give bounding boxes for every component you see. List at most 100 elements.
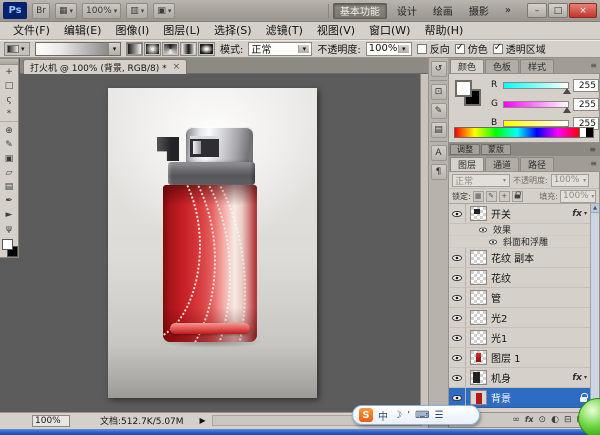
sogou-logo-icon[interactable]: S: [359, 408, 373, 422]
layer-effects-badge[interactable]: fx▾: [572, 209, 590, 219]
ime-chinese-mode[interactable]: 中: [378, 408, 388, 423]
visibility-toggle[interactable]: [477, 227, 489, 233]
restore-button[interactable]: □: [548, 3, 568, 18]
layer-thumbnail[interactable]: [470, 290, 487, 305]
visibility-toggle[interactable]: [449, 328, 466, 347]
path-selection-tool[interactable]: ►: [0, 208, 18, 222]
canvas-vertical-scrollbar[interactable]: [420, 74, 428, 412]
menu-image[interactable]: 图像(I): [108, 22, 156, 40]
zoom-level-dropdown[interactable]: 100%▾: [82, 3, 121, 19]
menu-edit[interactable]: 编辑(E): [57, 22, 109, 40]
reverse-checkbox[interactable]: 反向: [417, 41, 450, 56]
layer-row-switch[interactable]: 开关 fx▾: [449, 204, 590, 224]
magic-wand-tool[interactable]: *: [0, 107, 18, 121]
brush-panel-icon[interactable]: ✎: [431, 103, 447, 119]
layer-thumbnail[interactable]: [470, 310, 487, 325]
layer-thumbnail[interactable]: [470, 206, 487, 221]
layer-style-icon[interactable]: fx: [525, 416, 534, 424]
tool-preset-picker[interactable]: ▾: [4, 42, 30, 56]
slider-thumb-icon[interactable]: [563, 88, 571, 94]
panel-menu-icon[interactable]: ≡: [589, 145, 596, 154]
visibility-toggle[interactable]: [449, 248, 466, 267]
lasso-tool[interactable]: ς: [0, 93, 18, 107]
lock-all-icon[interactable]: [512, 191, 523, 202]
gradient-tool[interactable]: ▤: [0, 180, 18, 194]
layer-row-tube[interactable]: 管: [449, 288, 590, 308]
launch-bridge-button[interactable]: Br: [32, 3, 50, 19]
layer-row-pattern-copy[interactable]: 花纹 副本: [449, 248, 590, 268]
green-channel-value[interactable]: 255: [573, 98, 599, 111]
tab-color[interactable]: 颜色: [450, 59, 484, 73]
visibility-toggle[interactable]: [449, 268, 466, 287]
bevel-emboss-row[interactable]: 斜面和浮雕: [449, 236, 590, 248]
history-panel-icon[interactable]: ↺: [431, 61, 447, 77]
layer-thumbnail[interactable]: [470, 270, 487, 285]
layer-opacity-select[interactable]: 100% ▾: [551, 174, 589, 187]
menu-file[interactable]: 文件(F): [6, 22, 57, 40]
ime-keyboard-icon[interactable]: ⌨: [415, 410, 429, 421]
document-tab[interactable]: 打火机 @ 100% (背景, RGB/8) * ×: [23, 59, 187, 74]
workspace-photography[interactable]: 摄影: [463, 3, 495, 19]
hand-tool[interactable]: ψ: [0, 222, 18, 236]
eraser-tool[interactable]: ▱: [0, 166, 18, 180]
ime-punctuation-icon[interactable]: ’: [407, 410, 410, 421]
status-flyout-icon[interactable]: ▶: [200, 416, 206, 425]
tab-masks[interactable]: 蒙版: [481, 144, 511, 155]
menu-select[interactable]: 选择(S): [207, 22, 259, 40]
layer-group-icon[interactable]: ⊟: [564, 416, 572, 425]
close-tab-icon[interactable]: ×: [173, 62, 181, 72]
menu-layer[interactable]: 图层(L): [156, 22, 207, 40]
workspace-essentials[interactable]: 基本功能: [333, 3, 387, 19]
color-spectrum-ramp[interactable]: [454, 127, 594, 138]
minimize-button[interactable]: –: [527, 3, 547, 18]
blend-mode-select[interactable]: 正常 ▾: [248, 42, 312, 56]
visibility-toggle[interactable]: [449, 204, 466, 223]
visibility-toggle[interactable]: [449, 308, 466, 327]
sogou-ime-bar[interactable]: S 中 ☽ ’ ⌨ ☰: [352, 405, 480, 425]
pen-tool[interactable]: ✒: [0, 194, 18, 208]
lock-image-icon[interactable]: ✎: [486, 191, 497, 202]
workspace-design[interactable]: 设计: [391, 3, 423, 19]
visibility-toggle[interactable]: [449, 288, 466, 307]
menu-help[interactable]: 帮助(H): [417, 22, 470, 40]
clone-stamp-tool[interactable]: ▣: [0, 152, 18, 166]
blue-channel-slider[interactable]: [503, 120, 569, 127]
close-button[interactable]: ×: [569, 3, 597, 18]
foreground-color-swatch[interactable]: [455, 80, 472, 97]
menu-window[interactable]: 窗口(W): [362, 22, 417, 40]
screen-mode-button[interactable]: ▣▾: [153, 3, 175, 19]
visibility-toggle[interactable]: [449, 368, 466, 387]
visibility-toggle[interactable]: [449, 348, 466, 367]
tab-adjustments[interactable]: 调整: [450, 144, 480, 155]
canvas-document[interactable]: [108, 88, 317, 398]
paragraph-panel-icon[interactable]: ¶: [431, 164, 447, 180]
arrange-documents-button[interactable]: ▥▾: [126, 3, 148, 19]
tab-swatches[interactable]: 色板: [485, 59, 519, 73]
tab-styles[interactable]: 样式: [520, 59, 554, 73]
styles-panel-icon[interactable]: ▤: [431, 122, 447, 138]
lock-position-icon[interactable]: +: [499, 191, 510, 202]
brush-tool[interactable]: ✎: [0, 138, 18, 152]
dither-checkbox[interactable]: 仿色: [455, 41, 488, 56]
link-layers-icon[interactable]: ∞: [512, 416, 520, 425]
visibility-toggle[interactable]: [487, 239, 499, 245]
status-zoom-input[interactable]: 100%: [32, 415, 70, 427]
tab-layers[interactable]: 图层: [450, 157, 484, 171]
ime-fullwidth-icon[interactable]: ☽: [393, 410, 402, 421]
layer-row-pattern[interactable]: 花纹: [449, 268, 590, 288]
layer-thumbnail[interactable]: [470, 370, 487, 385]
workspace-overflow-button[interactable]: »: [499, 3, 517, 19]
opacity-select[interactable]: 100% ▾: [366, 42, 412, 56]
linear-gradient-button[interactable]: [126, 42, 143, 56]
layer-row-light2[interactable]: 光2: [449, 308, 590, 328]
foreground-color-swatch[interactable]: [2, 239, 13, 250]
red-channel-slider[interactable]: [503, 82, 569, 89]
layer-thumbnail[interactable]: [470, 350, 487, 365]
green-channel-slider[interactable]: [503, 101, 569, 108]
tab-channels[interactable]: 通道: [485, 157, 519, 171]
layer-thumbnail[interactable]: [470, 390, 487, 405]
layer-mask-icon[interactable]: ⊙: [539, 416, 547, 425]
windows-taskbar-edge[interactable]: [0, 429, 600, 435]
tab-paths[interactable]: 路径: [520, 157, 554, 171]
spot-healing-tool[interactable]: ⊕: [0, 124, 18, 138]
